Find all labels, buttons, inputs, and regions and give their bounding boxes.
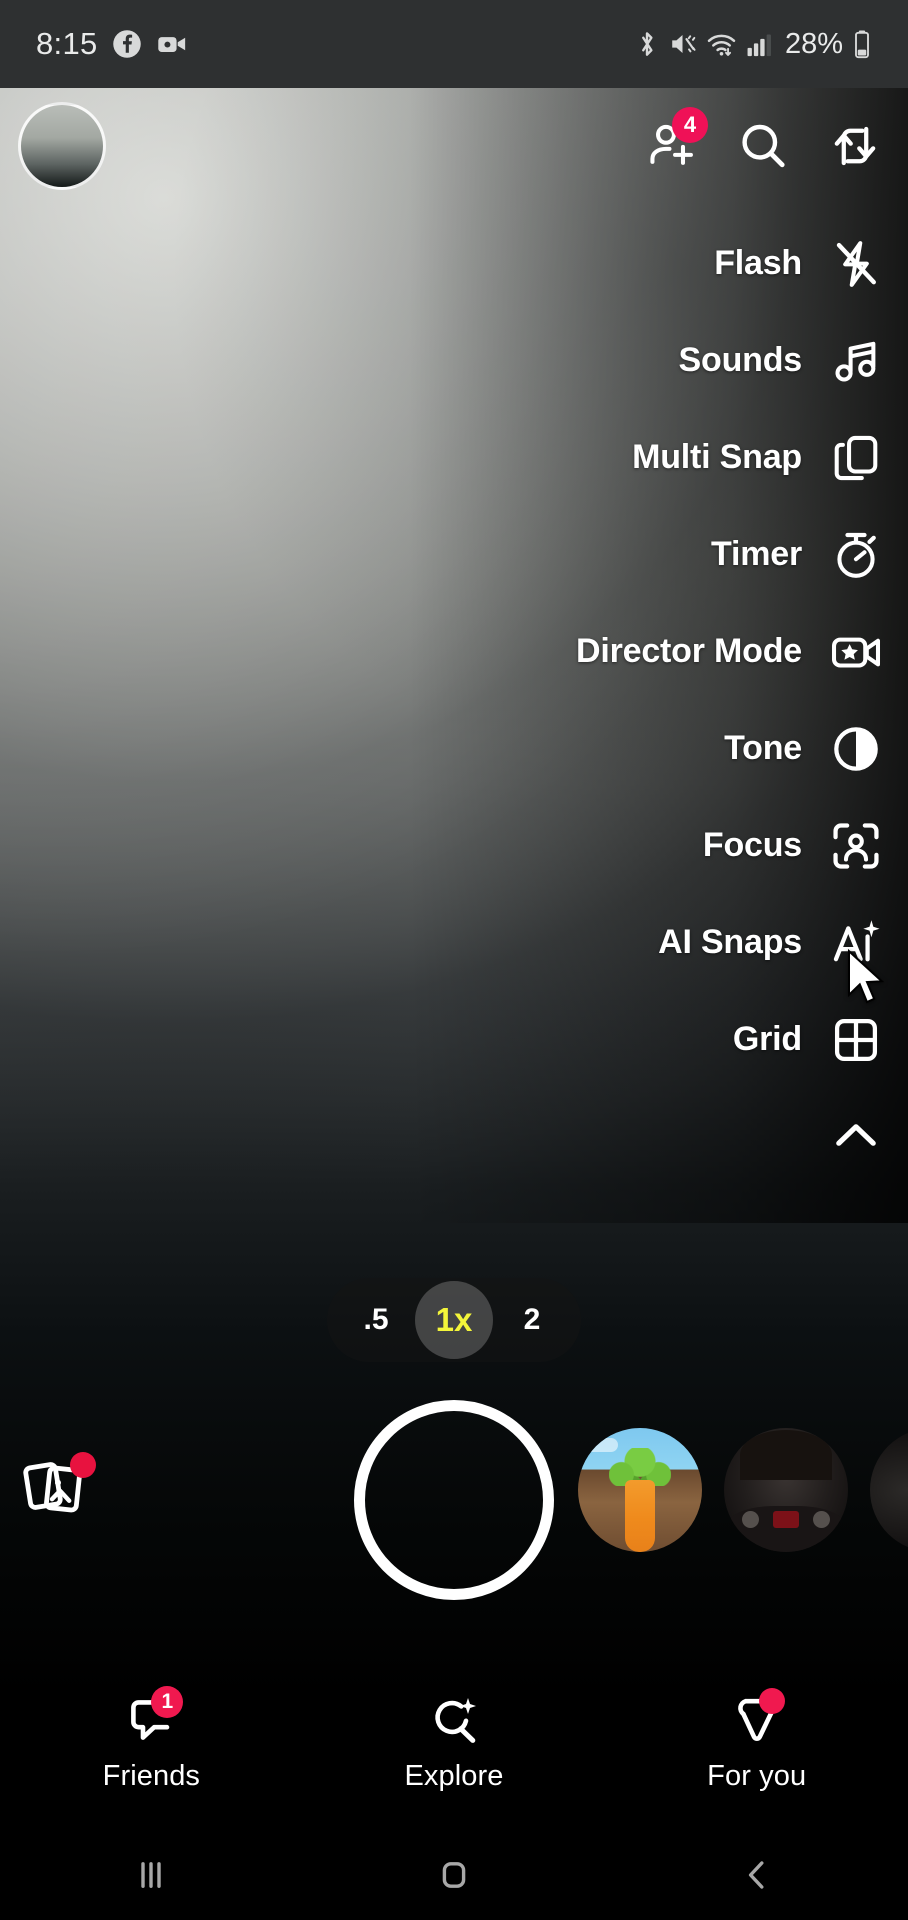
zoom-level-control[interactable]: .5 1x 2 xyxy=(327,1278,581,1362)
search-icon xyxy=(742,124,785,167)
face-mouth xyxy=(773,1511,799,1528)
android-navigation-bar xyxy=(0,1830,908,1920)
zoom-option-2x[interactable]: 2 xyxy=(493,1281,571,1359)
status-bar-right: 28% xyxy=(635,28,872,61)
menu-label-tone: Tone xyxy=(724,729,802,767)
multi-snap-icon xyxy=(828,430,884,486)
nav-item-friends[interactable]: 1 Friends xyxy=(0,1686,303,1793)
add-friend-badge: 4 xyxy=(672,106,708,143)
bottom-navigation: 1 Friends Explore For you xyxy=(0,1686,908,1840)
menu-label-director-mode: Director Mode xyxy=(576,632,802,670)
menu-label-multi-snap: Multi Snap xyxy=(632,438,802,476)
menu-item-tone[interactable]: Tone xyxy=(348,700,908,797)
menu-item-sounds[interactable]: Sounds xyxy=(348,312,908,409)
profile-avatar[interactable] xyxy=(18,101,106,190)
flip-camera-icon xyxy=(834,126,876,165)
lens-carousel xyxy=(578,1428,908,1552)
explore-sparkle-icon xyxy=(435,1698,476,1743)
contrast-icon xyxy=(828,721,884,777)
home-button[interactable] xyxy=(303,1853,606,1897)
menu-label-grid: Grid xyxy=(732,1020,802,1058)
facebook-icon xyxy=(112,30,141,58)
focus-person-icon xyxy=(828,818,884,874)
shutter-button[interactable] xyxy=(354,1400,554,1600)
friends-badge: 1 xyxy=(151,1686,184,1718)
grid-icon xyxy=(828,1012,884,1068)
zoom-option-half[interactable]: .5 xyxy=(337,1281,415,1359)
add-friend-button[interactable]: 4 xyxy=(640,106,708,177)
wifi-icon xyxy=(707,34,736,56)
menu-item-focus[interactable]: Focus xyxy=(348,797,908,894)
lens-face-thumbnail[interactable] xyxy=(724,1428,848,1552)
top-bar-actions: 4 xyxy=(640,106,886,177)
zoom-option-1x[interactable]: 1x xyxy=(415,1281,493,1359)
menu-item-timer[interactable]: Timer xyxy=(348,506,908,603)
back-icon xyxy=(748,1861,764,1889)
flip-camera-button[interactable] xyxy=(824,115,886,177)
nav-label-explore: Explore xyxy=(404,1760,504,1792)
status-bar-left: 8:15 xyxy=(36,26,188,62)
menu-item-grid[interactable]: Grid xyxy=(348,991,908,1088)
face-left-eye xyxy=(742,1511,759,1528)
lens-carrot-thumbnail[interactable] xyxy=(578,1428,702,1552)
vibrate-mute-icon xyxy=(672,35,696,53)
menu-label-flash: Flash xyxy=(714,244,802,282)
explore-icon-wrap xyxy=(422,1690,486,1750)
recents-button[interactable] xyxy=(0,1853,303,1897)
status-time: 8:15 xyxy=(36,26,98,61)
chevron-up-icon xyxy=(828,1108,884,1164)
face-right-eye xyxy=(813,1511,830,1528)
stopwatch-icon xyxy=(828,527,884,583)
home-icon xyxy=(442,1862,466,1888)
friends-icon-wrap: 1 xyxy=(119,1686,184,1750)
memories-notification-dot xyxy=(70,1452,96,1478)
snapchat-camera-screen: 8:15 28% 4 Flash Sounds Multi Snap Timer… xyxy=(0,0,908,1920)
search-button[interactable] xyxy=(732,115,794,177)
cellular-signal-icon xyxy=(747,34,771,57)
menu-item-director-mode[interactable]: Director Mode xyxy=(348,603,908,700)
recents-icon xyxy=(141,1862,162,1888)
battery-icon xyxy=(855,30,869,59)
video-camera-icon xyxy=(157,37,185,52)
status-bar: 8:15 28% xyxy=(0,0,908,88)
menu-label-sounds: Sounds xyxy=(678,341,803,379)
director-mode-icon xyxy=(828,624,884,680)
bluetooth-icon xyxy=(642,32,653,56)
back-button[interactable] xyxy=(605,1853,908,1897)
nav-label-friends: Friends xyxy=(102,1760,201,1792)
lens-partial-thumbnail[interactable] xyxy=(870,1428,908,1552)
capture-controls xyxy=(0,1380,908,1620)
for-you-icon-wrap xyxy=(725,1688,789,1750)
collapse-tools-button[interactable] xyxy=(348,1088,908,1184)
camera-top-bar: 4 xyxy=(0,88,908,203)
menu-label-timer: Timer xyxy=(711,535,802,573)
nav-label-for-you: For you xyxy=(707,1760,807,1792)
carrot-body xyxy=(625,1480,655,1552)
menu-label-ai-snaps: AI Snaps xyxy=(658,923,802,961)
face-hair xyxy=(740,1430,832,1480)
flash-off-icon xyxy=(828,236,884,292)
menu-item-flash[interactable]: Flash xyxy=(348,215,908,312)
menu-item-multi-snap[interactable]: Multi Snap xyxy=(348,409,908,506)
nav-item-explore[interactable]: Explore xyxy=(303,1690,606,1793)
nav-item-for-you[interactable]: For you xyxy=(605,1688,908,1793)
camera-tools-menu: Flash Sounds Multi Snap Timer Director M… xyxy=(348,215,908,1184)
for-you-notification-dot xyxy=(758,1688,785,1714)
memories-button[interactable] xyxy=(22,1452,96,1524)
battery-percent-label: 28% xyxy=(784,27,843,60)
menu-item-ai-snaps[interactable]: AI Snaps xyxy=(348,894,908,991)
ai-sparkle-icon xyxy=(828,915,884,971)
music-note-icon xyxy=(828,333,884,389)
menu-label-focus: Focus xyxy=(702,826,802,864)
